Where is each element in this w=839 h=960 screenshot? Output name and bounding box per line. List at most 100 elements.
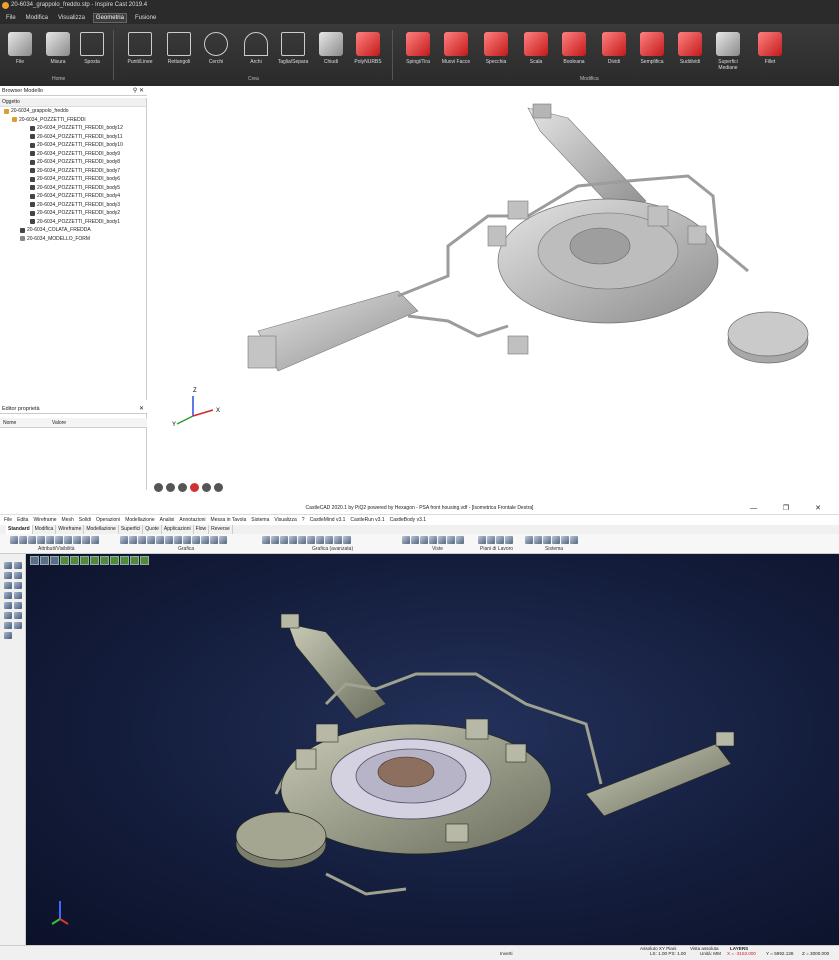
grid-icon[interactable] — [543, 536, 551, 544]
curve-tool-icon[interactable] — [4, 582, 12, 589]
wire-view-icon[interactable] — [70, 556, 79, 565]
ribbon-muovi-facce-button[interactable]: Muovi Facce — [438, 28, 474, 72]
view-top-icon[interactable] — [411, 536, 419, 544]
tree-body-node[interactable]: 20-6034_POZZETTI_FREDDI_body8 — [0, 158, 146, 167]
close-icon[interactable]: ✕ — [139, 404, 144, 414]
view-iso-icon[interactable] — [429, 536, 437, 544]
ribbon-scala-button[interactable]: Scala — [518, 28, 554, 72]
plane-xy-icon[interactable] — [478, 536, 486, 544]
fit-icon[interactable] — [456, 536, 464, 544]
copy-tool-icon[interactable] — [14, 622, 22, 629]
tree-body-node[interactable]: 20-6034_POZZETTI_FREDDI_body10 — [0, 141, 146, 150]
menu-fusione[interactable]: Fusione — [133, 14, 158, 22]
shadow-icon[interactable] — [271, 536, 279, 544]
ribbon-file-button[interactable]: File — [2, 28, 38, 72]
ribbon-sposta-button[interactable]: Sposta — [74, 28, 110, 72]
highlight-view-icon[interactable] — [100, 556, 109, 565]
menu-geometria[interactable]: Geometria — [92, 12, 127, 23]
castlecad-3d-viewport[interactable] — [26, 554, 839, 945]
hidden-line-icon[interactable] — [138, 536, 146, 544]
ribbon-booleana-button[interactable]: Booleana — [556, 28, 592, 72]
environment-icon[interactable] — [289, 536, 297, 544]
filter-icon[interactable] — [55, 536, 63, 544]
tree-body-node[interactable]: 20-6034_POZZETTI_FREDDI_body1 — [0, 218, 146, 227]
fit-icon[interactable] — [214, 483, 223, 492]
view-mode-icon[interactable] — [30, 556, 39, 565]
plane-yz-icon[interactable] — [487, 536, 495, 544]
tree-group-node[interactable]: 20-6034_POZZETTI_FREDDI — [0, 116, 146, 125]
tab-applicazioni[interactable]: Applicazioni — [162, 525, 194, 534]
tab-standard[interactable]: Standard — [6, 525, 33, 534]
tree-body-node[interactable]: 20-6034_POZZETTI_FREDDI_body6 — [0, 175, 146, 184]
wire-icon[interactable] — [129, 536, 137, 544]
render-icon[interactable] — [262, 536, 270, 544]
snap-icon[interactable] — [552, 536, 560, 544]
menu-visualizza[interactable]: Visualizza — [274, 515, 296, 525]
menu-edita[interactable]: Edita — [17, 515, 28, 525]
settings-icon[interactable] — [525, 536, 533, 544]
ambient-icon[interactable] — [316, 536, 324, 544]
render-view-icon[interactable] — [130, 556, 139, 565]
tree-body-node[interactable]: 20-6034_POZZETTI_FREDDI_body11 — [0, 133, 146, 142]
surface-tool-icon[interactable] — [4, 592, 12, 599]
solid-tool-icon[interactable] — [14, 592, 22, 599]
group-icon[interactable] — [73, 536, 81, 544]
render-icon[interactable] — [190, 483, 199, 492]
info-icon[interactable] — [561, 536, 569, 544]
menu-file[interactable]: File — [4, 14, 18, 22]
invert-button[interactable]: Inverti — [500, 951, 513, 956]
fog-icon[interactable] — [307, 536, 315, 544]
menu-analisi[interactable]: Analisi — [160, 515, 175, 525]
shade-icon[interactable] — [120, 536, 128, 544]
menu-modifica[interactable]: Modifica — [24, 14, 50, 22]
help-icon[interactable] — [570, 536, 578, 544]
tree-body-node[interactable]: 20-6034_POZZETTI_FREDDI_body5 — [0, 184, 146, 193]
solid-view-icon[interactable] — [60, 556, 69, 565]
ribbon-punti-linee-button[interactable]: Punti/Linee — [122, 28, 158, 72]
menu-help[interactable]: ? — [302, 515, 305, 525]
ribbon-archi-button[interactable]: Archi — [238, 28, 274, 72]
shading-icon[interactable] — [50, 556, 59, 565]
menu-solidi[interactable]: Solidi — [79, 515, 91, 525]
reflection-icon[interactable] — [280, 536, 288, 544]
tab-modifica[interactable]: Modifica — [33, 525, 57, 534]
zoom-icon[interactable] — [202, 483, 211, 492]
tree-modello-node[interactable]: 20-6034_MODELLO_FORM — [0, 235, 146, 244]
ungroup-icon[interactable] — [82, 536, 90, 544]
menu-file[interactable]: File — [4, 515, 12, 525]
ribbon-cerchi-button[interactable]: Cerchi — [198, 28, 234, 72]
tab-modellazione[interactable]: Modellazione — [84, 525, 119, 534]
style-icon[interactable] — [91, 536, 99, 544]
menu-castlerun[interactable]: CastleRun v3.1 — [350, 515, 384, 525]
tree-body-node[interactable]: 20-6034_POZZETTI_FREDDI_body3 — [0, 201, 146, 210]
point-tool-icon[interactable] — [4, 562, 12, 569]
section-view-icon[interactable] — [110, 556, 119, 565]
transparency-icon[interactable] — [201, 536, 209, 544]
line-tool-icon[interactable] — [14, 562, 22, 569]
menu-operazioni[interactable]: Operazioni — [96, 515, 120, 525]
circle-tool-icon[interactable] — [4, 572, 12, 579]
sphere-icon[interactable] — [334, 536, 342, 544]
hidden-view-icon[interactable] — [80, 556, 89, 565]
tab-reverse[interactable]: Reverse — [209, 525, 233, 534]
material-icon[interactable] — [165, 536, 173, 544]
globe-icon[interactable] — [343, 536, 351, 544]
hide-icon[interactable] — [37, 536, 45, 544]
ribbon-dividi-button[interactable]: Dividi — [596, 28, 632, 72]
tab-superfici[interactable]: Superfici — [119, 525, 144, 534]
plane-custom-icon[interactable] — [505, 536, 513, 544]
tree-body-node[interactable]: 20-6034_POZZETTI_FREDDI_body2 — [0, 209, 146, 218]
ribbon-fillet-button[interactable]: Fillet — [752, 28, 788, 72]
ribbon-spingi-tira-button[interactable]: Spingi/Tira — [400, 28, 436, 72]
layer-icon[interactable] — [10, 536, 18, 544]
castlecad-casting-model[interactable] — [26, 554, 839, 945]
ribbon-taglia-separa-button[interactable]: Taglia/Separa — [275, 28, 311, 72]
ribbon-suddividi-button[interactable]: Suddividi — [672, 28, 708, 72]
visibility-icon[interactable] — [28, 536, 36, 544]
folder-tool-icon[interactable] — [4, 632, 12, 639]
menu-castlebody[interactable]: CastleBody v3.1 — [390, 515, 426, 525]
menu-modellazione[interactable]: Modellazione — [125, 515, 154, 525]
menu-castlemind[interactable]: CastleMind v3.1 — [310, 515, 346, 525]
measure-tool-icon[interactable] — [4, 612, 12, 619]
layers-icon[interactable] — [40, 556, 49, 565]
